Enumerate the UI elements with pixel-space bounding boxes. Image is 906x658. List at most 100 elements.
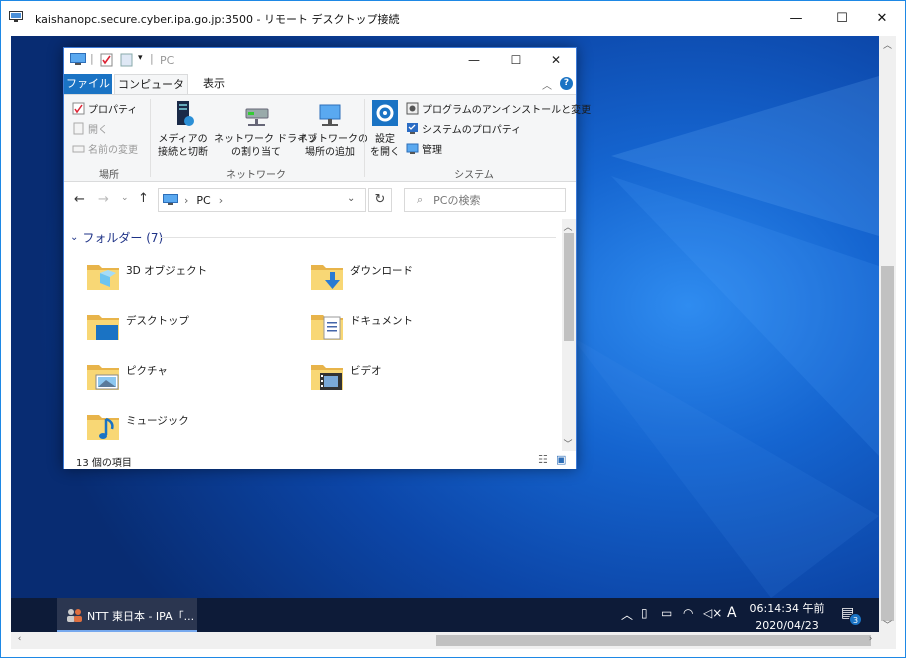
remote-vertical-scrollbar[interactable]: ︿ ﹀ bbox=[879, 36, 896, 632]
ribbon: プロパティ 開く 名前の変更 場所 メディアの 接続と切断 ネットワーク ドライ… bbox=[64, 94, 591, 182]
scroll-up-icon[interactable]: ︿ bbox=[879, 38, 896, 51]
group-divider bbox=[160, 237, 556, 238]
address-separator: › bbox=[218, 193, 224, 207]
minimize-button[interactable]: — bbox=[773, 1, 819, 36]
scrollbar-corner bbox=[879, 632, 896, 649]
remote-horizontal-scrollbar[interactable]: ‹ › bbox=[11, 632, 879, 649]
folder-item-desktop[interactable]: デスクトップ bbox=[86, 309, 296, 353]
folder-item-3d-objects[interactable]: 3D オブジェクト bbox=[86, 259, 296, 303]
properties-check-icon[interactable] bbox=[100, 53, 113, 67]
close-icon: ✕ bbox=[550, 53, 562, 67]
open-settings-button[interactable]: 設定 を開く bbox=[366, 99, 404, 159]
group-label-network: ネットワーク bbox=[226, 170, 286, 181]
wifi-icon[interactable]: ◠ bbox=[683, 606, 693, 620]
details-view-icon[interactable]: ☷ bbox=[538, 453, 548, 466]
explorer-close-button[interactable]: ✕ bbox=[536, 48, 576, 72]
uninstall-program-button[interactable]: プログラムのアンインストールと変更 bbox=[406, 101, 591, 116]
up-arrow-icon[interactable]: ↑ bbox=[138, 191, 149, 206]
ribbon-separator bbox=[150, 99, 151, 177]
remote-taskbar: NTT 東日本 - IPA「... ︿ ▯ ▭ ◠ ◁× A 06:14:34 … bbox=[11, 598, 879, 647]
scroll-down-icon[interactable]: ﹀ bbox=[561, 437, 575, 450]
refresh-icon: ↻ bbox=[374, 192, 386, 207]
address-dropdown-icon[interactable]: ⌄ bbox=[347, 193, 355, 204]
scroll-thumb[interactable] bbox=[881, 266, 894, 621]
uninstall-label: プログラムのアンインストールと変更 bbox=[422, 105, 592, 116]
tab-file[interactable]: ファイル bbox=[64, 74, 112, 94]
tablet-icon[interactable]: ▯ bbox=[641, 606, 648, 620]
music-folder-icon bbox=[87, 415, 119, 440]
properties-label: プロパティ bbox=[88, 105, 138, 116]
ribbon-separator bbox=[364, 99, 365, 177]
remote-desktop-icon bbox=[9, 11, 23, 22]
map-network-drive-button[interactable]: ネットワーク ドライブ の割り当て bbox=[214, 99, 318, 159]
taskbar-app-label: NTT 東日本 - IPA「... bbox=[87, 610, 195, 623]
system-properties-button[interactable]: システムのプロパティ bbox=[406, 121, 521, 136]
remote-desktop: | ▾ | PC — ☐ ✕ ファイル コンピューター 表示 ︿ ? bbox=[11, 36, 879, 598]
folder-label: ドキュメント bbox=[350, 315, 413, 327]
recent-dropdown-icon[interactable]: ⌄ bbox=[121, 193, 129, 203]
network-drive-icon bbox=[245, 108, 269, 126]
folder-item-documents[interactable]: ドキュメント bbox=[310, 309, 520, 353]
add-location-label-2: 場所の追加 bbox=[305, 147, 355, 158]
rename-label: 名前の変更 bbox=[88, 145, 138, 156]
scroll-down-icon[interactable]: ﹀ bbox=[879, 618, 896, 631]
search-box[interactable]: ⌕ PCの検索 bbox=[404, 188, 566, 212]
folder-label: デスクトップ bbox=[126, 315, 189, 327]
back-arrow-icon[interactable]: ← bbox=[74, 192, 85, 207]
group-label-location: 場所 bbox=[99, 170, 119, 181]
folder-item-pictures[interactable]: ピクチャ bbox=[86, 359, 296, 403]
explorer-maximize-button[interactable]: ☐ bbox=[496, 48, 536, 72]
explorer-minimize-button[interactable]: — bbox=[454, 48, 494, 72]
remote-title-bar[interactable]: kaishanopc.secure.cyber.ipa.go.jp:3500 -… bbox=[1, 1, 905, 36]
battery-icon[interactable]: ▭ bbox=[661, 606, 672, 620]
ime-indicator[interactable]: A bbox=[727, 605, 737, 621]
maximize-icon: ☐ bbox=[510, 53, 522, 67]
collapse-ribbon-icon[interactable]: ︿ bbox=[542, 77, 552, 92]
manage-button[interactable]: 管理 bbox=[406, 141, 442, 156]
explorer-title-bar[interactable]: | ▾ | PC — ☐ ✕ bbox=[64, 48, 576, 72]
properties-icon bbox=[72, 102, 85, 115]
properties-button[interactable]: プロパティ bbox=[72, 101, 137, 116]
qat-dropdown-icon[interactable]: ▾ bbox=[138, 53, 143, 63]
scroll-thumb[interactable] bbox=[436, 635, 871, 646]
address-segment-pc[interactable]: PC bbox=[196, 194, 210, 207]
volume-muted-icon[interactable]: ◁× bbox=[703, 606, 722, 620]
media-connect-button[interactable]: メディアの 接続と切断 bbox=[152, 99, 214, 159]
rename-icon bbox=[72, 145, 85, 153]
rename-button[interactable]: 名前の変更 bbox=[72, 141, 138, 156]
maximize-icon: ☐ bbox=[836, 11, 848, 26]
media-server-icon bbox=[177, 101, 194, 126]
remote-desktop-window: kaishanopc.secure.cyber.ipa.go.jp:3500 -… bbox=[0, 0, 906, 658]
pc-icon bbox=[163, 194, 178, 205]
close-button[interactable]: ✕ bbox=[859, 1, 905, 36]
new-folder-icon[interactable] bbox=[120, 53, 133, 67]
folder-label: ミュージック bbox=[126, 415, 189, 427]
add-network-location-button[interactable]: ネットワークの 場所の追加 bbox=[298, 99, 368, 159]
tab-view[interactable]: 表示 bbox=[192, 74, 236, 94]
scroll-left-icon[interactable]: ‹ bbox=[11, 634, 28, 644]
folder-item-downloads[interactable]: ダウンロード bbox=[310, 259, 520, 303]
open-button[interactable]: 開く bbox=[72, 121, 108, 136]
taskbar-app-button[interactable]: NTT 東日本 - IPA「... bbox=[57, 598, 197, 632]
map-label-1: ネットワーク ドライブ bbox=[214, 134, 318, 145]
scroll-thumb[interactable] bbox=[564, 233, 574, 341]
settings-label-2: を開く bbox=[370, 147, 400, 158]
minimize-icon: — bbox=[789, 11, 803, 26]
scroll-up-icon[interactable]: ︿ bbox=[561, 220, 575, 233]
help-icon[interactable]: ? bbox=[560, 77, 573, 90]
tab-computer[interactable]: コンピューター bbox=[114, 74, 188, 110]
notifications-button[interactable]: ▤ 3 bbox=[841, 605, 862, 626]
search-placeholder: PCの検索 bbox=[433, 194, 481, 207]
large-icons-view-icon[interactable]: ▣ bbox=[556, 453, 566, 466]
address-bar[interactable]: › PC › ⌄ bbox=[158, 188, 366, 212]
refresh-button[interactable]: ↻ bbox=[368, 188, 392, 212]
show-hidden-icons-icon[interactable]: ︿ bbox=[621, 606, 633, 623]
explorer-vertical-scrollbar[interactable]: ︿ ﹀ bbox=[562, 219, 576, 451]
scroll-right-icon[interactable]: › bbox=[862, 634, 879, 644]
add-location-label-1: ネットワークの bbox=[298, 134, 368, 145]
item-count: 13 個の項目 bbox=[76, 458, 132, 469]
group-header-folders[interactable]: ⌄ フォルダー (7) bbox=[70, 229, 163, 246]
folder-item-music[interactable]: ミュージック bbox=[86, 409, 296, 453]
folder-item-videos[interactable]: ビデオ bbox=[310, 359, 520, 403]
forward-arrow-icon[interactable]: → bbox=[98, 192, 109, 207]
